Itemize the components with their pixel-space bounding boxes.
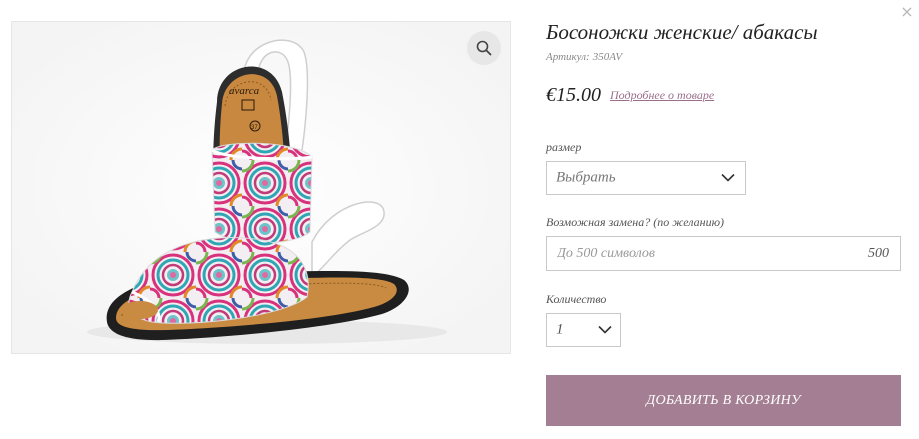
quantity-select[interactable]: 1 <box>546 313 621 347</box>
product-sku: Артикул: 350AV <box>546 51 622 63</box>
replacement-field[interactable]: 500 <box>546 236 901 271</box>
product-price: €15.00 <box>546 84 601 106</box>
chevron-down-icon <box>721 173 735 182</box>
size-select-value: Выбрать <box>556 169 616 186</box>
insole-brand-text: avarca <box>229 85 260 97</box>
insole-size-text: 37 <box>251 125 258 131</box>
sku-value: 350AV <box>592 51 623 63</box>
character-counter: 500 <box>868 245 889 261</box>
replacement-label: Возможная замена? (по желанию) <box>546 215 725 229</box>
product-title: Босоножки женские/ абакасы <box>546 20 818 44</box>
zoom-button[interactable] <box>467 31 501 65</box>
close-button[interactable]: × <box>899 4 915 20</box>
sku-label: Артикул: <box>546 51 590 63</box>
size-select[interactable]: Выбрать <box>546 161 746 195</box>
chevron-down-icon <box>598 325 612 334</box>
product-details-link[interactable]: Подробнее о товаре <box>610 88 714 103</box>
close-icon: × <box>900 2 914 21</box>
add-to-cart-label: ДОБАВИТЬ В КОРЗИНУ <box>646 392 801 408</box>
add-to-cart-button[interactable]: ДОБАВИТЬ В КОРЗИНУ <box>546 375 901 426</box>
quantity-label: Количество <box>546 292 607 306</box>
size-label: размер <box>546 140 582 154</box>
zoom-icon <box>476 40 492 56</box>
product-image-container: avarca 37 <box>11 21 511 354</box>
replacement-input[interactable] <box>547 237 847 270</box>
product-image: avarca 37 <box>12 22 510 353</box>
quantity-select-value: 1 <box>556 321 564 338</box>
